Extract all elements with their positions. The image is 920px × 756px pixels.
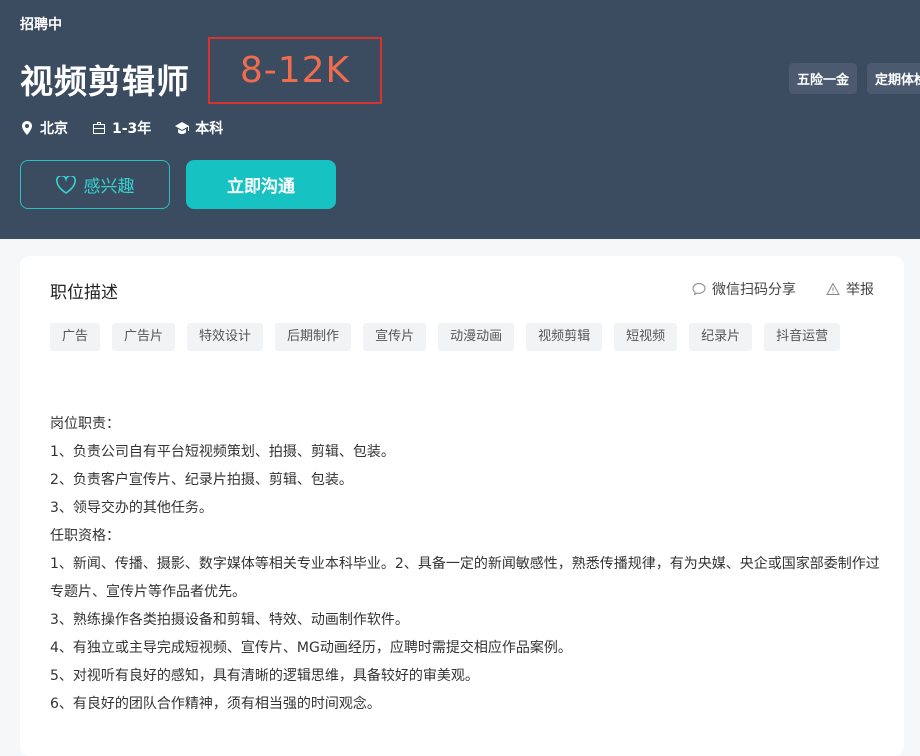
section-title: 职位描述: [50, 283, 118, 303]
interest-button[interactable]: 感兴趣: [20, 160, 170, 209]
skill-tag: 纪录片: [689, 323, 753, 351]
meta-location: 北京: [20, 118, 68, 138]
skill-tag: 动漫动画: [438, 323, 515, 351]
meta-education-text: 本科: [195, 121, 224, 137]
report-link[interactable]: 举报: [826, 279, 874, 299]
job-description-card: 职位描述 微信扫码分享 举报 广告 广告片 特效设计 后期制作 宣传片 动漫动画…: [20, 256, 904, 756]
wechat-share-label: 微信扫码分享: [712, 282, 796, 298]
chat-now-button-label: 立即沟通: [227, 177, 295, 197]
skill-tag: 特效设计: [187, 323, 264, 351]
meta-experience-text: 1-3年: [112, 121, 152, 137]
job-description-text: 岗位职责： 1、负责公司自有平台短视频策划、拍摄、剪辑、包装。 2、负责客户宣传…: [50, 410, 880, 718]
description-line: 5、对视听有良好的感知，具有清晰的逻辑思维，具备较好的审美观。: [50, 668, 479, 684]
heart-icon: [55, 175, 76, 194]
description-line: 4、有独立或主导完成短视频、宣传片、MG动画经历，应聘时需提交相应作品案例。: [50, 640, 572, 656]
description-line: 任职资格：: [50, 528, 120, 544]
salary: 8-12K: [239, 50, 351, 91]
interest-button-label: 感兴趣: [83, 177, 135, 197]
description-line: 1、负责公司自有平台短视频策划、拍摄、剪辑、包装。: [50, 444, 395, 460]
warning-icon: [826, 282, 840, 295]
meta-location-text: 北京: [40, 121, 68, 137]
status-label: 招聘中: [20, 17, 62, 33]
salary-highlight-box: 8-12K: [208, 37, 382, 104]
benefit-tag: 定期体检: [867, 63, 920, 94]
wechat-share-link[interactable]: 微信扫码分享: [692, 279, 796, 299]
benefit-tag: 五险一金: [789, 63, 858, 94]
briefcase-icon: [93, 122, 105, 134]
skill-tag: 广告片: [112, 323, 176, 351]
graduation-cap-icon: [175, 122, 190, 134]
chat-bubble-icon: [692, 282, 706, 296]
chat-now-button[interactable]: 立即沟通: [186, 160, 336, 209]
benefit-tags: 五险一金 定期体检: [789, 63, 920, 94]
description-line: 岗位职责：: [50, 416, 120, 432]
meta-education: 本科: [175, 118, 223, 138]
description-line: 6、有良好的团队合作精神，须有相当强的时间观念。: [50, 696, 381, 712]
skill-tag: 宣传片: [363, 323, 427, 351]
description-line: 3、领导交办的其他任务。: [50, 500, 213, 516]
job-header: 招聘中 视频剪辑师 8-12K 北京 1-3年 本科 感兴趣 立即沟通 五险一金…: [0, 0, 920, 239]
skill-tag: 后期制作: [275, 323, 352, 351]
job-meta: 北京 1-3年 本科: [20, 118, 223, 138]
job-title: 视频剪辑师: [20, 62, 190, 101]
skill-tag: 短视频: [614, 323, 678, 351]
skill-tag: 视频剪辑: [526, 323, 603, 351]
description-line: 1、新闻、传播、摄影、数字媒体等相关专业本科毕业。2、具备一定的新闻敏感性，熟悉…: [50, 556, 880, 600]
meta-experience: 1-3年: [92, 118, 151, 138]
description-line: 3、熟练操作各类拍摄设备和剪辑、特效、动画制作软件。: [50, 612, 409, 628]
skill-tag: 广告: [50, 323, 101, 351]
card-actions: 微信扫码分享 举报: [692, 279, 874, 299]
description-line: 2、负责客户宣传片、纪录片拍摄、剪辑、包装。: [50, 472, 353, 488]
skill-tag: 抖音运营: [764, 323, 841, 351]
location-pin-icon: [22, 121, 32, 135]
skill-tags: 广告 广告片 特效设计 后期制作 宣传片 动漫动画 视频剪辑 短视频 纪录片 抖…: [50, 323, 890, 351]
report-label: 举报: [846, 282, 874, 298]
